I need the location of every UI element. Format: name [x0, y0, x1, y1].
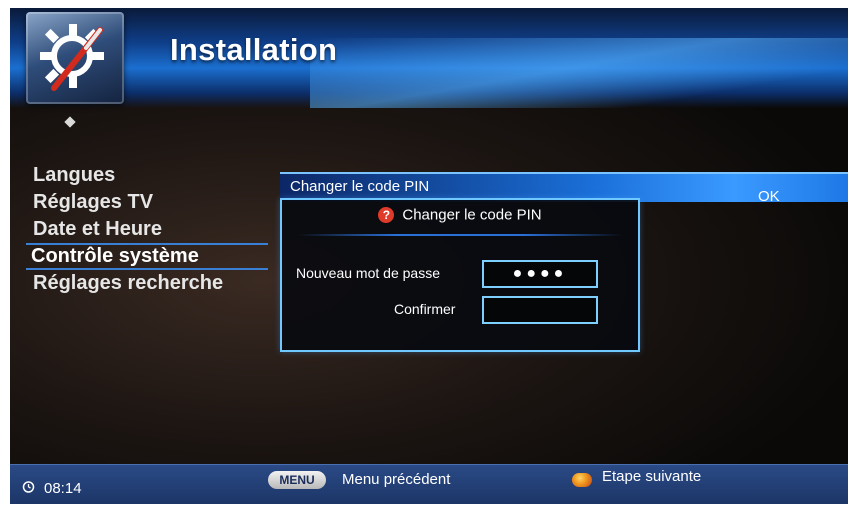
footer-bar: 08:14 MENU Menu précédent Etape suivante	[10, 464, 848, 504]
menu-item-reglages-tv[interactable]: Réglages TV	[28, 189, 268, 216]
installation-logo	[26, 12, 124, 104]
next-step-hint: Etape suivante	[602, 468, 702, 485]
menu-item-date-heure[interactable]: Date et Heure	[28, 216, 268, 243]
confirm-field[interactable]	[482, 296, 598, 324]
menu-item-langues[interactable]: Langues	[28, 162, 268, 189]
dialog-title: Changer le code PIN	[402, 206, 542, 224]
option-label: Changer le code PIN	[290, 178, 430, 195]
pencil-tip-icon	[64, 116, 76, 128]
new-password-field[interactable]: ●●●●	[482, 260, 598, 288]
orange-key-icon	[572, 473, 592, 487]
question-icon: ?	[378, 206, 395, 223]
page-title: Installation	[170, 32, 338, 67]
option-value: OK	[758, 188, 780, 205]
tv-screen: Installation Langues Réglages TV Date et…	[10, 8, 848, 504]
confirm-label: Confirmer	[394, 301, 456, 317]
clock-time: 08:14	[44, 480, 82, 497]
dialog-title-row: ? Changer le code PIN	[282, 206, 638, 230]
menu-item-reglages-recherche[interactable]: Réglages recherche	[28, 270, 268, 297]
side-menu: Langues Réglages TV Date et Heure Contrô…	[26, 162, 268, 297]
menu-item-controle-systeme[interactable]: Contrôle système	[26, 243, 268, 270]
gear-screwdriver-icon	[40, 24, 104, 91]
menu-previous-hint: Menu précédent	[342, 471, 451, 488]
menu-key-icon: MENU	[268, 471, 326, 489]
alarm-clock-icon	[22, 481, 35, 493]
change-pin-dialog: ? Changer le code PIN Nouveau mot de pass…	[280, 198, 640, 352]
header-band	[10, 8, 848, 108]
new-password-label: Nouveau mot de passe	[296, 265, 440, 281]
dialog-divider	[298, 234, 622, 236]
